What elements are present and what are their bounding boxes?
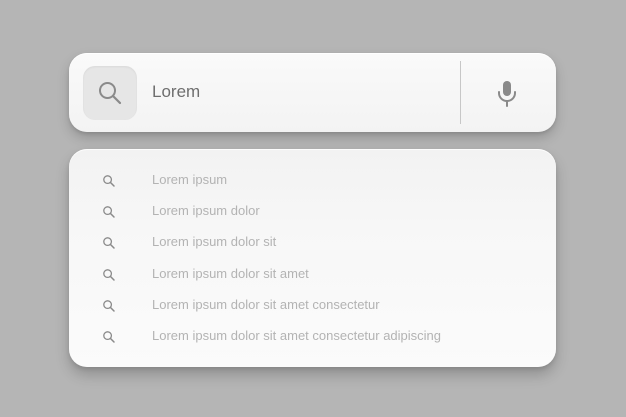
suggestion-item[interactable]: Lorem ipsum bbox=[69, 169, 556, 193]
suggestions-panel: Lorem ipsum Lorem ipsum dolor Lorem ipsu… bbox=[69, 149, 556, 367]
search-input[interactable] bbox=[152, 75, 442, 109]
search-button[interactable] bbox=[83, 66, 137, 120]
suggestion-label: Lorem ipsum dolor sit amet bbox=[152, 266, 309, 281]
suggestion-item[interactable]: Lorem ipsum dolor sit amet consectetur a… bbox=[69, 325, 556, 349]
search-icon bbox=[103, 331, 115, 343]
suggestion-item[interactable]: Lorem ipsum dolor sit bbox=[69, 231, 556, 255]
search-divider bbox=[460, 61, 461, 124]
search-icon bbox=[103, 206, 115, 218]
microphone-icon bbox=[498, 81, 516, 107]
suggestion-label: Lorem ipsum dolor sit amet consectetur bbox=[152, 297, 380, 312]
search-icon bbox=[103, 300, 115, 312]
suggestion-label: Lorem ipsum dolor bbox=[152, 203, 260, 218]
microphone-button[interactable] bbox=[488, 75, 526, 113]
suggestion-label: Lorem ipsum dolor sit amet consectetur a… bbox=[152, 328, 442, 343]
suggestion-label: Lorem ipsum bbox=[152, 172, 228, 187]
search-icon bbox=[103, 175, 115, 187]
suggestion-item[interactable]: Lorem ipsum dolor sit amet consectetur bbox=[69, 294, 556, 318]
search-icon bbox=[99, 82, 122, 105]
search-bar bbox=[69, 53, 556, 132]
search-icon bbox=[103, 237, 115, 249]
suggestion-label: Lorem ipsum dolor sit bbox=[152, 234, 277, 249]
suggestion-item[interactable]: Lorem ipsum dolor sit amet bbox=[69, 263, 556, 287]
suggestion-item[interactable]: Lorem ipsum dolor bbox=[69, 200, 556, 224]
search-icon bbox=[103, 269, 115, 281]
